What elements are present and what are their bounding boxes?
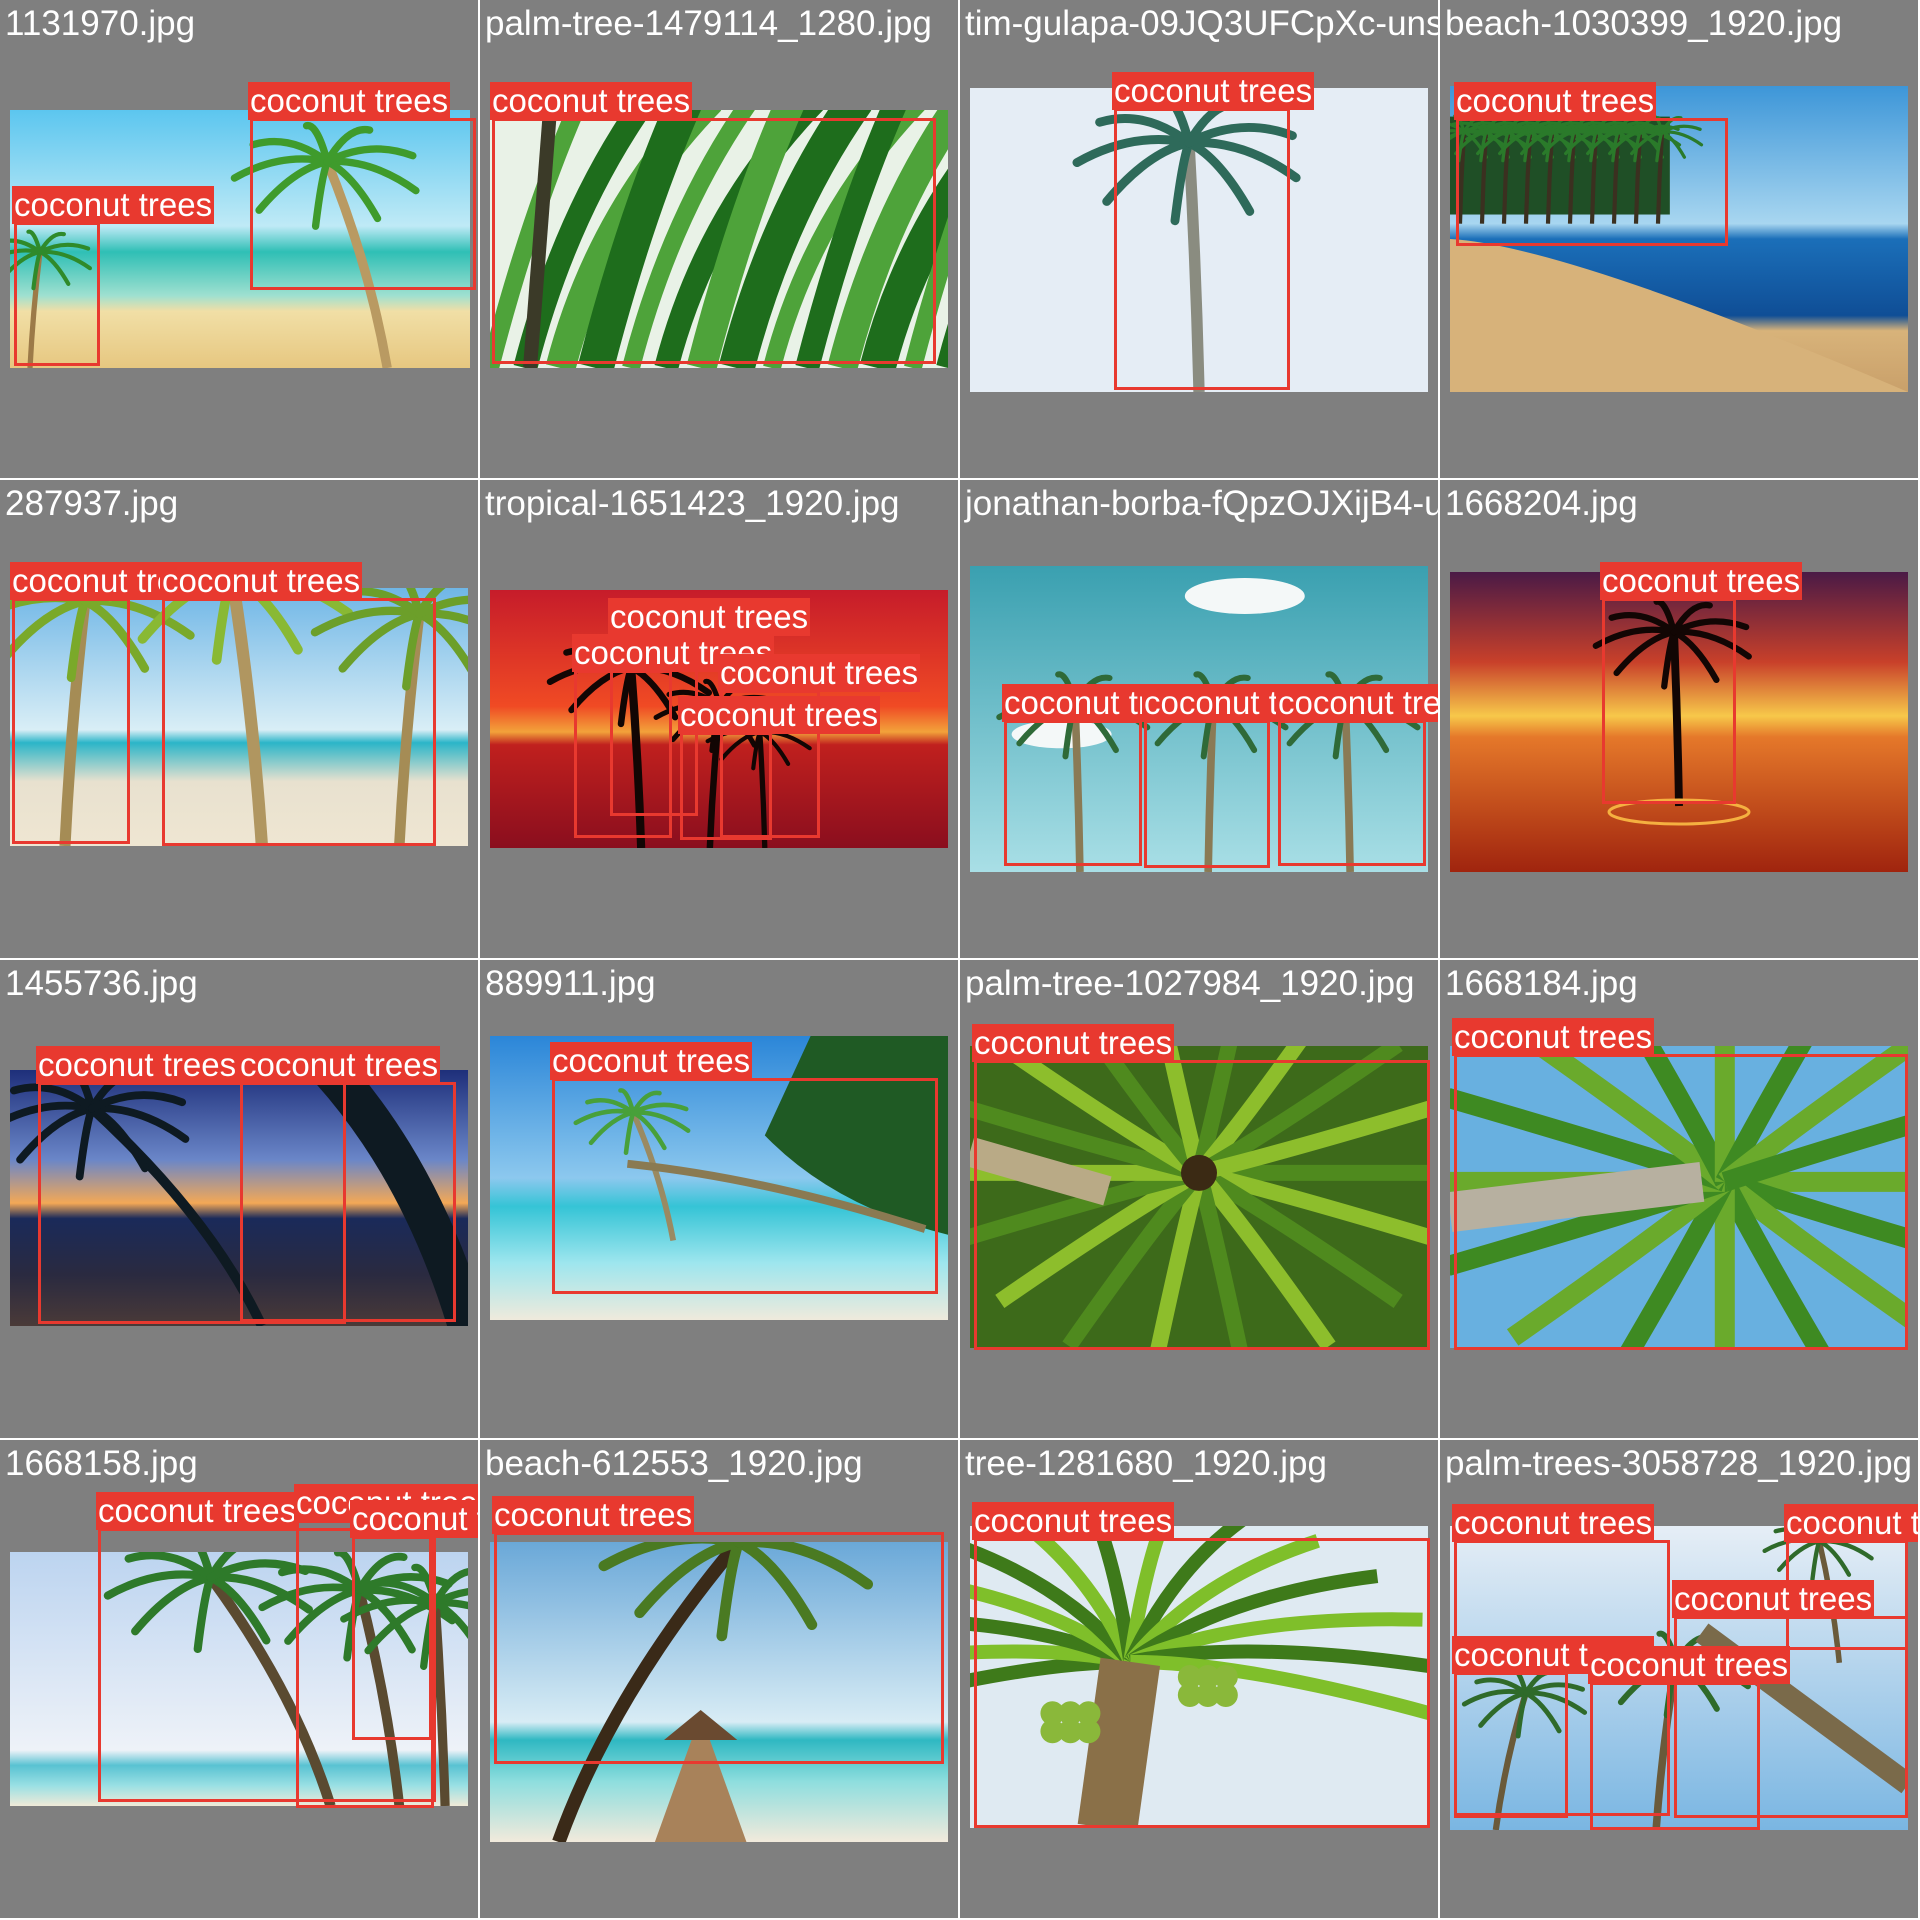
detection-box <box>250 118 476 290</box>
image-filename: tree-1281680_1920.jpg <box>965 1444 1327 1483</box>
image-filename: palm-tree-1479114_1280.jpg <box>485 4 932 43</box>
detection-box <box>494 1532 944 1764</box>
image-tile: jonathan-borba-fQpzOJXijB4-unsplash.jpg c… <box>960 480 1440 960</box>
detection-box <box>492 118 936 364</box>
image-filename: 287937.jpg <box>5 484 179 523</box>
detection-label: coconut trees <box>36 1046 239 1084</box>
image-filename: palm-tree-1027984_1920.jpg <box>965 964 1415 1003</box>
image-tile: 1131970.jpg coconut trees coconut trees <box>0 0 480 480</box>
detection-label: coconut trees <box>12 186 215 224</box>
detection-label: coconut trees <box>1276 684 1438 722</box>
detection-box <box>1590 1682 1760 1830</box>
detection-label: coconut trees <box>96 1492 299 1530</box>
image-tile: 287937.jpg coconut trees coconut trees <box>0 480 480 960</box>
detection-box <box>12 598 130 844</box>
detection-label: coconut trees <box>972 1024 1175 1062</box>
detection-box <box>14 222 100 366</box>
detection-box <box>1602 598 1736 804</box>
detection-box <box>552 1078 938 1294</box>
image-filename: 1668184.jpg <box>1445 964 1638 1003</box>
detection-box <box>1456 118 1728 246</box>
detection-box <box>352 1536 432 1740</box>
image-tile: 889911.jpg coconut trees <box>480 960 960 1440</box>
image-filename: jonathan-borba-fQpzOJXijB4-unsplash.jpg <box>965 484 1438 523</box>
detection-box <box>162 598 436 846</box>
image-filename: 1131970.jpg <box>5 4 196 43</box>
image-tile: tim-gulapa-09JQ3UFCpXc-unsplash.jpg cocon… <box>960 0 1440 480</box>
detection-label: coconut trees <box>490 82 693 120</box>
image-filename: beach-612553_1920.jpg <box>485 1444 863 1483</box>
detection-label: coconut trees <box>608 598 811 636</box>
detection-box <box>1454 1054 1908 1350</box>
image-tile: palm-tree-1027984_1920.jpgcoconut trees <box>960 960 1440 1440</box>
detection-box <box>1004 720 1142 866</box>
image-filename: tim-gulapa-09JQ3UFCpXc-unsplash.jpg <box>965 4 1440 43</box>
detection-label: coconut trees <box>238 1046 441 1084</box>
detection-label: coconut trees <box>1112 72 1315 110</box>
image-tile: beach-612553_1920.jpgcoconut trees <box>480 1440 960 1920</box>
detection-box <box>974 1538 1430 1828</box>
detection-box <box>1144 720 1270 868</box>
detection-grid: 1131970.jpg coconut trees coconut trees pal… <box>0 0 1920 1920</box>
image-filename: 1668204.jpg <box>1445 484 1638 523</box>
detection-label: coconut trees <box>1672 1580 1875 1618</box>
detection-label: coconut trees <box>350 1500 478 1538</box>
image-tile: tropical-1651423_1920.jpgcoconut trees co… <box>480 480 960 960</box>
image-tile: palm-trees-3058728_1920.jpgcoconut trees… <box>1440 1440 1920 1920</box>
detection-label: coconut trees <box>492 1496 695 1534</box>
detection-label: coconut trees <box>1454 82 1657 120</box>
detection-label: coconut trees <box>248 82 451 120</box>
image-filename: 1455736.jpg <box>5 964 198 1003</box>
image-filename: palm-trees-3058728_1920.jpg <box>1445 1444 1912 1483</box>
image-filename: 889911.jpg <box>485 964 656 1003</box>
detection-box <box>574 670 672 838</box>
detection-box <box>1114 108 1290 390</box>
detection-label: coconut trees <box>972 1502 1175 1540</box>
image-tile: 1668184.jpg coconut trees <box>1440 960 1920 1440</box>
image-tile: 1668158.jpgcoconut treescoconut treescoc… <box>0 1440 480 1920</box>
detection-box <box>680 732 772 840</box>
detection-label: coconut trees <box>1600 562 1803 600</box>
detection-label: coconut trees <box>160 562 363 600</box>
image-tile: beach-1030399_1920.jpgcoconut trees <box>1440 0 1920 480</box>
image-filename: beach-1030399_1920.jpg <box>1445 4 1843 43</box>
detection-label: coconut trees <box>1452 1018 1655 1056</box>
image-filename: tropical-1651423_1920.jpg <box>485 484 900 523</box>
detection-box <box>1454 1672 1568 1818</box>
detection-label: coconut trees <box>1784 1504 1918 1542</box>
detection-box <box>1278 720 1426 866</box>
detection-label: coconut trees <box>550 1042 753 1080</box>
image-filename: 1668158.jpg <box>5 1444 198 1483</box>
image-tile: 1668204.jpg coconut trees <box>1440 480 1920 960</box>
detection-label: coconut trees <box>678 696 881 734</box>
detection-label: coconut trees <box>1452 1504 1655 1542</box>
detection-label: coconut trees <box>1588 1646 1791 1684</box>
image-tile: palm-tree-1479114_1280.jpgcoconut trees <box>480 0 960 480</box>
image-tile: tree-1281680_1920.jpgcoconut trees <box>960 1440 1440 1920</box>
detection-label: coconut trees <box>718 654 921 692</box>
detection-box <box>240 1082 456 1322</box>
detection-box <box>974 1060 1430 1350</box>
image-tile: 1455736.jpg coconut trees coconut trees <box>0 960 480 1440</box>
